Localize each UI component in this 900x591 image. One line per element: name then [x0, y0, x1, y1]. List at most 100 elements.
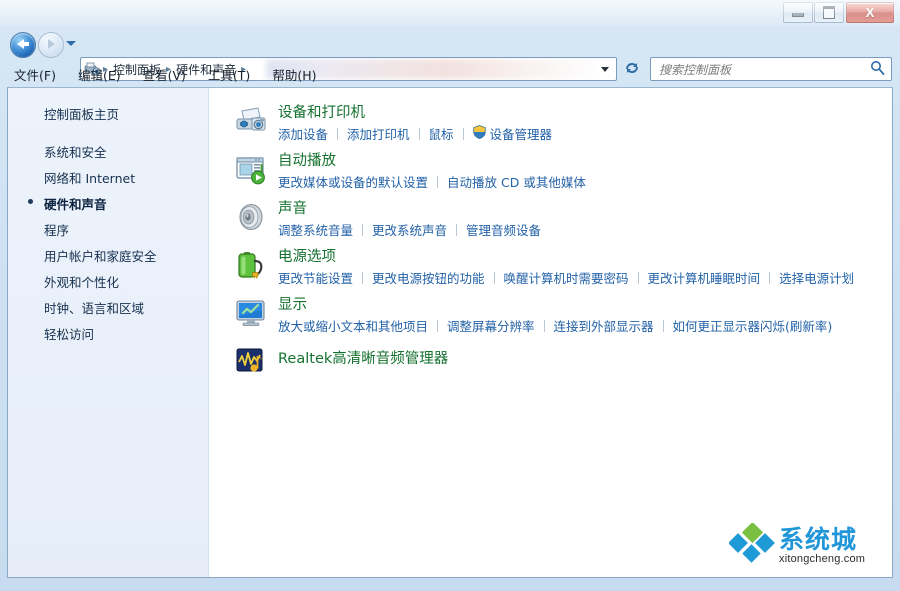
back-button[interactable]: [10, 32, 36, 58]
category-devices-and-printers: 设备和打印机 添加设备 添加打印机 鼠标 设备管理器: [232, 102, 892, 148]
category-sound: 声音 调整系统音量 更改系统声音 管理音频设备: [232, 198, 892, 244]
link-change-sleep-time[interactable]: 更改计算机睡眠时间: [648, 268, 761, 287]
link-separator: [769, 271, 771, 284]
watermark-brand-part1: 系统: [779, 525, 832, 554]
menu-help[interactable]: 帮助(H): [272, 65, 316, 84]
link-change-power-saving[interactable]: 更改节能设置: [278, 268, 353, 287]
category-display: 显示 放大或缩小文本和其他项目 调整屏幕分辨率 连接到外部显示器 如何更正显示器…: [232, 294, 892, 340]
link-separator: [637, 271, 639, 284]
link-add-printer[interactable]: 添加打印机: [347, 124, 410, 143]
link-separator: [437, 175, 439, 188]
display-monitor-icon: [234, 296, 268, 330]
watermark-brand: 系统城: [779, 527, 865, 553]
sidebar-item-clock-language-region[interactable]: 时钟、语言和区域: [8, 294, 208, 320]
sidebar-item-control-panel-home[interactable]: 控制面板主页: [8, 101, 208, 126]
link-require-password-on-wakeup[interactable]: 唤醒计算机时需要密码: [504, 268, 629, 287]
link-play-cd-or-other-media[interactable]: 自动播放 CD 或其他媒体: [447, 172, 586, 191]
sound-speaker-icon: [234, 200, 268, 234]
category-realtek-audio-manager: Realtek高清晰音频管理器: [232, 342, 892, 388]
sidebar-item-programs[interactable]: 程序: [8, 216, 208, 242]
link-change-system-sounds[interactable]: 更改系统声音: [372, 220, 447, 239]
sidebar-item-network-and-internet[interactable]: 网络和 Internet: [8, 164, 208, 190]
link-separator: [662, 319, 664, 332]
sidebar-item-label: 网络和 Internet: [44, 170, 136, 186]
sidebar-item-system-and-security[interactable]: 系统和安全: [8, 138, 208, 164]
link-separator: [362, 223, 364, 236]
close-button[interactable]: X: [846, 1, 894, 23]
category-title[interactable]: 声音: [278, 200, 307, 219]
link-separator: [493, 271, 495, 284]
sidebar-item-label: 程序: [44, 222, 70, 238]
link-choose-power-plan[interactable]: 选择电源计划: [779, 268, 854, 287]
category-links: 更改节能设置 更改电源按钮的功能 唤醒计算机时需要密码 更改计算机睡眠时间 选择…: [278, 268, 892, 287]
link-separator: [456, 223, 458, 236]
category-links: 添加设备 添加打印机 鼠标 设备管理器: [278, 124, 892, 143]
category-title[interactable]: 设备和打印机: [278, 104, 365, 123]
category-title[interactable]: 电源选项: [278, 248, 336, 267]
link-manage-audio-devices[interactable]: 管理音频设备: [466, 220, 541, 239]
watermark-url: xitongcheng.com: [779, 553, 866, 565]
link-separator: [337, 127, 339, 140]
watermark-brand-part2: 城: [831, 525, 858, 554]
category-title[interactable]: 显示: [278, 296, 307, 315]
sidebar: 控制面板主页 系统和安全 网络和 Internet 硬件和声音 程序 用户帐户和…: [8, 88, 209, 577]
uac-shield-icon: [472, 124, 486, 143]
link-device-manager[interactable]: 设备管理器: [472, 124, 553, 143]
sidebar-item-appearance[interactable]: 外观和个性化: [8, 268, 208, 294]
link-separator: [362, 271, 364, 284]
maximize-button[interactable]: [814, 1, 844, 23]
watermark-text: 系统城 xitongcheng.com: [779, 527, 866, 566]
explorer-window: X ▸ 控制面板 ▸ 硬件和声音 ▸ 搜索控制面板 文件(F) 编辑(E) 查看…: [0, 0, 900, 591]
navigation-bar: ▸ 控制面板 ▸ 硬件和声音 ▸ 搜索控制面板: [0, 26, 900, 81]
link-mouse[interactable]: 鼠标: [429, 124, 454, 143]
category-title[interactable]: 自动播放: [278, 152, 336, 171]
category-links: 调整系统音量 更改系统声音 管理音频设备: [278, 220, 892, 239]
menu-file[interactable]: 文件(F): [14, 65, 56, 84]
site-watermark: 系统城 xitongcheng.com: [728, 521, 884, 571]
sidebar-item-label: 硬件和声音: [44, 196, 107, 212]
link-connect-external-display[interactable]: 连接到外部显示器: [554, 316, 654, 335]
maximize-icon: [823, 5, 835, 19]
sidebar-item-ease-of-access[interactable]: 轻松访问: [8, 320, 208, 346]
diamond-logo-icon: [728, 521, 775, 569]
menu-view[interactable]: 查看(V): [143, 65, 186, 84]
title-bar: X: [0, 0, 900, 26]
minimize-icon: [792, 12, 804, 17]
link-adjust-system-volume[interactable]: 调整系统音量: [278, 220, 353, 239]
window-controls: X: [782, 1, 894, 23]
autoplay-icon: [234, 152, 268, 186]
menu-edit[interactable]: 编辑(E): [78, 65, 121, 84]
sidebar-item-label: 轻松访问: [44, 326, 95, 342]
sidebar-item-user-accounts[interactable]: 用户帐户和家庭安全: [8, 242, 208, 268]
sidebar-item-label: 时钟、语言和区域: [44, 300, 145, 316]
link-separator: [462, 127, 464, 140]
sidebar-item-label: 外观和个性化: [44, 274, 120, 290]
realtek-audio-icon: [234, 344, 268, 378]
category-links: 更改媒体或设备的默认设置 自动播放 CD 或其他媒体: [278, 172, 892, 191]
link-change-power-button[interactable]: 更改电源按钮的功能: [372, 268, 485, 287]
category-power-options: 电源选项 更改节能设置 更改电源按钮的功能 唤醒计算机时需要密码 更改计算机睡眠…: [232, 246, 892, 292]
category-autoplay: 自动播放 更改媒体或设备的默认设置 自动播放 CD 或其他媒体: [232, 150, 892, 196]
link-change-default-settings[interactable]: 更改媒体或设备的默认设置: [278, 172, 428, 191]
link-separator: [543, 319, 545, 332]
link-fix-display-flicker[interactable]: 如何更正显示器闪烁(刷新率): [673, 316, 833, 335]
menu-tools[interactable]: 工具(T): [208, 65, 250, 84]
back-arrow-icon: [17, 39, 29, 49]
sidebar-item-hardware-and-sound[interactable]: 硬件和声音: [8, 190, 208, 216]
sidebar-item-label: 用户帐户和家庭安全: [44, 248, 157, 264]
link-label: 设备管理器: [489, 127, 553, 142]
link-make-text-larger[interactable]: 放大或缩小文本和其他项目: [278, 316, 428, 335]
link-add-device[interactable]: 添加设备: [278, 124, 328, 143]
forward-button[interactable]: [38, 32, 64, 58]
link-separator: [437, 319, 439, 332]
link-adjust-screen-resolution[interactable]: 调整屏幕分辨率: [447, 316, 535, 335]
category-title[interactable]: Realtek高清晰音频管理器: [278, 342, 892, 376]
active-bullet-icon: [28, 199, 33, 204]
history-dropdown-icon[interactable]: [66, 41, 76, 46]
forward-arrow-icon: [48, 39, 55, 49]
minimize-button[interactable]: [783, 1, 813, 23]
content-frame: 控制面板主页 系统和安全 网络和 Internet 硬件和声音 程序 用户帐户和…: [7, 87, 893, 578]
category-links: 放大或缩小文本和其他项目 调整屏幕分辨率 连接到外部显示器 如何更正显示器闪烁(…: [278, 316, 892, 335]
link-separator: [418, 127, 420, 140]
